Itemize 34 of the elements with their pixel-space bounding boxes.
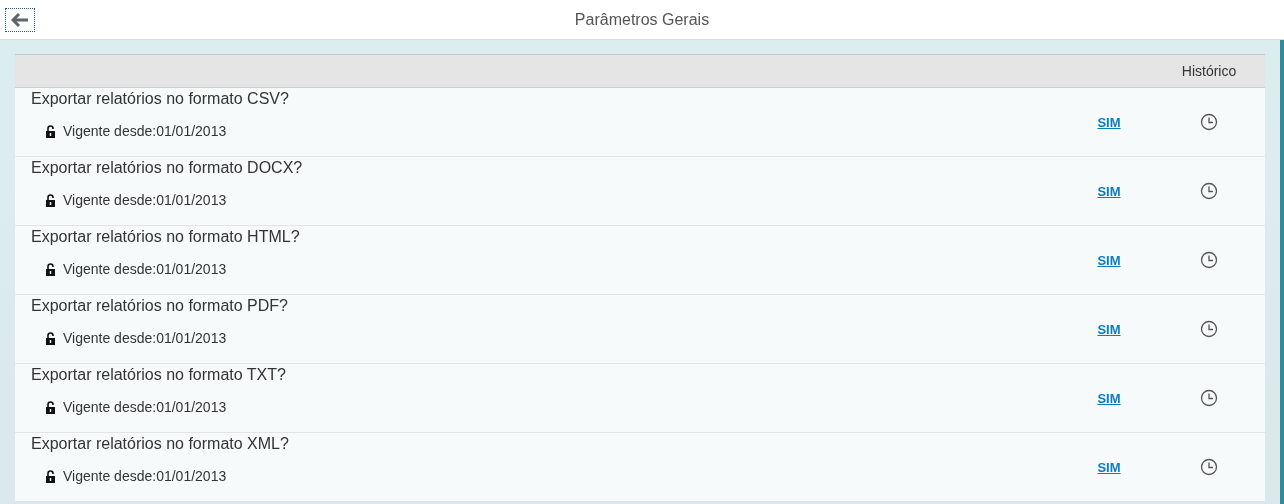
validity-date: Vigente desde:01/01/2013 [63,468,227,484]
parameter-question: Exportar relatórios no formato PDF? [31,297,289,315]
unlocked-padlock-icon [46,400,55,414]
value-link[interactable]: SIM [1097,390,1121,406]
history-clock-icon[interactable] [1200,113,1218,131]
parameter-question: Exportar relatórios no formato DOCX? [31,159,304,177]
history-clock-icon[interactable] [1200,251,1218,269]
history-clock-icon[interactable] [1200,182,1218,200]
history-clock-icon[interactable] [1200,458,1218,476]
history-clock-icon[interactable] [1200,320,1218,338]
parameter-question: Exportar relatórios no formato CSV? [31,90,290,108]
back-button[interactable] [5,8,35,32]
validity-date: Vigente desde:01/01/2013 [63,399,227,415]
value-link[interactable]: SIM [1097,114,1121,130]
unlocked-padlock-icon [46,331,55,345]
value-link[interactable]: SIM [1097,459,1121,475]
parameter-question: Exportar relatórios no formato TXT? [31,366,287,384]
parameter-question: Exportar relatórios no formato HTML? [31,228,301,246]
page-title: Parâmetros Gerais [574,10,710,29]
unlocked-padlock-icon [46,469,55,483]
unlocked-padlock-icon [46,193,55,207]
validity-date: Vigente desde:01/01/2013 [63,330,227,346]
validity-date: Vigente desde:01/01/2013 [63,192,227,208]
validity-date: Vigente desde:01/01/2013 [63,261,227,277]
history-clock-icon[interactable] [1200,389,1218,407]
value-link[interactable]: SIM [1097,252,1121,268]
value-link[interactable]: SIM [1097,321,1121,337]
parameter-question: Exportar relatórios no formato XML? [31,435,290,453]
value-link[interactable]: SIM [1097,183,1121,199]
unlocked-padlock-icon [46,124,55,138]
column-header: Histórico [1180,63,1238,79]
unlocked-padlock-icon [46,262,55,276]
validity-date: Vigente desde:01/01/2013 [63,123,227,139]
back-arrow-icon [11,13,29,27]
